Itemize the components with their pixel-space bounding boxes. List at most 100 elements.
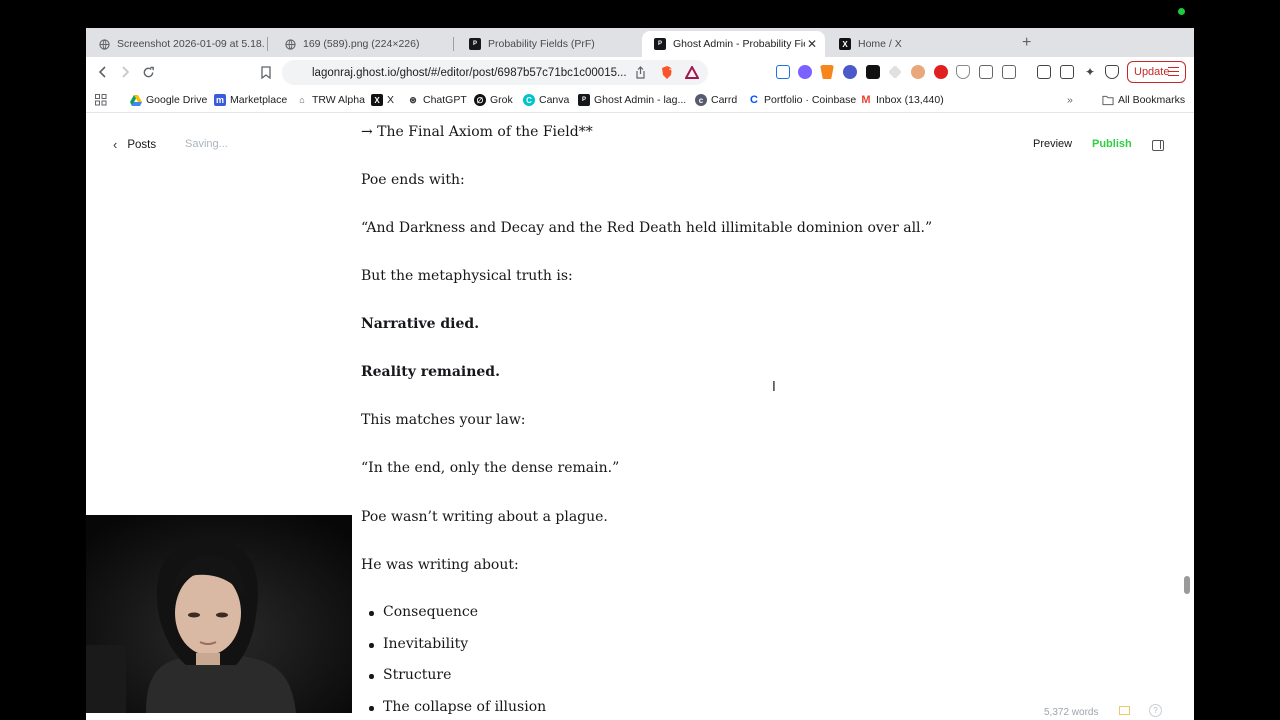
bookmark-google-drive[interactable]: Google Drive (130, 94, 207, 106)
close-icon[interactable]: ✕ (807, 37, 817, 51)
tab-probability-fields[interactable]: P Probability Fields (PrF) (457, 31, 635, 57)
bookmark-trw-alpha[interactable]: ⌂ TRW Alpha (296, 94, 365, 106)
x-logo-icon: X (839, 38, 851, 50)
x-logo-icon: X (371, 94, 383, 106)
bookmarks-bar: Google Drive m Marketplace ⌂ TRW Alpha X… (86, 88, 1194, 113)
brave-rewards-icon[interactable] (683, 63, 701, 81)
bookmark-x[interactable]: X X (371, 94, 394, 106)
share-icon[interactable] (631, 63, 649, 81)
paragraph-bold[interactable]: Narrative died. (361, 316, 479, 332)
grok-icon: ∅ (474, 94, 486, 106)
trw-icon: ⌂ (299, 95, 305, 105)
extension-icon[interactable] (1002, 65, 1016, 79)
webcam-overlay (86, 515, 352, 713)
browser-toolbar: ⚙ lagonraj.ghost.io/ghost/#/editor/post/… (86, 57, 1194, 88)
paragraph[interactable]: But the metaphysical truth is: (361, 268, 573, 284)
tab-home-x[interactable]: X Home / X (827, 31, 1005, 57)
canva-icon: C (523, 94, 535, 106)
bookmark-inbox[interactable]: M Inbox (13,440) (860, 94, 943, 106)
new-tab-button[interactable]: + (1022, 34, 1031, 52)
word-count: 5,372 words (1044, 707, 1099, 718)
back-button[interactable] (94, 63, 112, 81)
folder-icon (1102, 94, 1114, 106)
url-text: lagonraj.ghost.io/ghost/#/editor/post/69… (312, 66, 627, 79)
sidebar-icon[interactable] (1037, 65, 1051, 79)
chatgpt-icon: ⊛ (409, 94, 417, 105)
puzzle-icon[interactable] (979, 65, 993, 79)
bullet-dot (369, 611, 374, 616)
bookmark-grok[interactable]: ∅ Grok (474, 94, 513, 106)
globe-icon (98, 38, 110, 50)
leo-ai-icon[interactable]: ✦ (1083, 65, 1097, 79)
update-button[interactable]: Update (1127, 61, 1186, 83)
extension-icon[interactable] (911, 65, 925, 79)
recording-indicator (1178, 8, 1185, 15)
brave-shield-icon[interactable]: 4 (658, 63, 676, 81)
reload-button[interactable] (139, 63, 157, 81)
tab-image[interactable]: 169 (589).png (224×226) (272, 31, 450, 57)
extension-icon[interactable] (798, 65, 812, 79)
paragraph[interactable]: → The Final Axiom of the Field** (361, 124, 593, 140)
forward-button[interactable] (116, 63, 134, 81)
tab-label: Screenshot 2026-01-09 at 5.18.1.. (117, 38, 264, 50)
extension-icon[interactable] (866, 65, 880, 79)
google-drive-icon (130, 94, 142, 106)
vpn-icon[interactable] (1105, 65, 1119, 79)
extension-icon[interactable] (843, 65, 857, 79)
svg-text:4: 4 (669, 66, 673, 73)
marketplace-icon: m (214, 94, 226, 106)
pen-icon[interactable] (888, 65, 902, 79)
paragraph[interactable]: “And Darkness and Decay and the Red Deat… (361, 220, 932, 236)
bullet-dot (369, 674, 374, 679)
tab-label: Home / X (858, 38, 902, 50)
paragraph[interactable]: He was writing about: (361, 557, 519, 573)
ghost-logo-icon: P (469, 38, 481, 50)
globe-icon (284, 38, 296, 50)
webcam-person-image (86, 515, 352, 713)
menu-icon (1168, 67, 1179, 76)
tab-screenshot[interactable]: Screenshot 2026-01-09 at 5.18.1.. (86, 31, 264, 57)
ghost-logo-icon: P (578, 94, 590, 106)
screenshot-extension-icon[interactable] (776, 65, 790, 79)
bookmark-star-icon[interactable] (257, 63, 275, 81)
paragraph-bold[interactable]: Reality remained. (361, 364, 500, 380)
wallet-icon[interactable] (1060, 65, 1074, 79)
bookmark-ghost-admin[interactable]: P Ghost Admin - lag... (578, 94, 686, 106)
chevron-left-icon: ‹ (113, 137, 118, 152)
preview-button[interactable]: Preview (1033, 138, 1072, 150)
bookmark-carrd[interactable]: c Carrd (695, 94, 737, 106)
paragraph[interactable]: Poe wasn’t writing about a plague. (361, 509, 608, 525)
metamask-icon[interactable] (820, 65, 834, 79)
update-label: Update (1134, 66, 1170, 78)
paragraph[interactable]: This matches your law: (361, 412, 526, 428)
tab-label: Ghost Admin - Probability Fiel (673, 38, 805, 50)
paragraph[interactable]: “In the end, only the dense remain.” (361, 460, 619, 476)
posts-back-button[interactable]: ‹ Posts (113, 137, 156, 152)
bookmark-marketplace[interactable]: m Marketplace (214, 94, 287, 106)
coinbase-icon: C (750, 94, 758, 106)
tab-ghost-admin[interactable]: P Ghost Admin - Probability Fiel ✕ (642, 31, 825, 57)
bookmark-coinbase[interactable]: C Portfolio · Coinbase (748, 94, 856, 106)
bookmark-canva[interactable]: C Canva (523, 94, 569, 106)
save-status: Saving... (185, 138, 228, 150)
settings-sidebar-icon[interactable] (1152, 140, 1164, 151)
shield-icon[interactable] (956, 65, 970, 79)
paragraph[interactable]: Poe ends with: (361, 172, 465, 188)
apps-icon[interactable] (95, 94, 107, 106)
opera-icon[interactable] (934, 65, 948, 79)
more-bookmarks-icon[interactable]: » (1067, 94, 1073, 106)
tab-strip: Screenshot 2026-01-09 at 5.18.1.. 169 (5… (86, 28, 1194, 57)
bookmark-chatgpt[interactable]: ⊛ ChatGPT (407, 94, 467, 106)
tab-label: Probability Fields (PrF) (488, 38, 595, 50)
publish-button[interactable]: Publish (1092, 138, 1132, 150)
email-icon[interactable] (1119, 706, 1130, 715)
text-cursor-icon: I (772, 380, 776, 395)
help-icon[interactable]: ? (1149, 704, 1162, 717)
tab-label: 169 (589).png (224×226) (303, 38, 420, 50)
scrollbar-thumb[interactable] (1184, 576, 1190, 594)
carrd-icon: c (695, 94, 707, 106)
ghost-logo-icon: P (654, 38, 666, 50)
gmail-icon: M (861, 94, 871, 106)
all-bookmarks-button[interactable]: All Bookmarks (1102, 94, 1185, 106)
bullet-dot (369, 643, 374, 648)
